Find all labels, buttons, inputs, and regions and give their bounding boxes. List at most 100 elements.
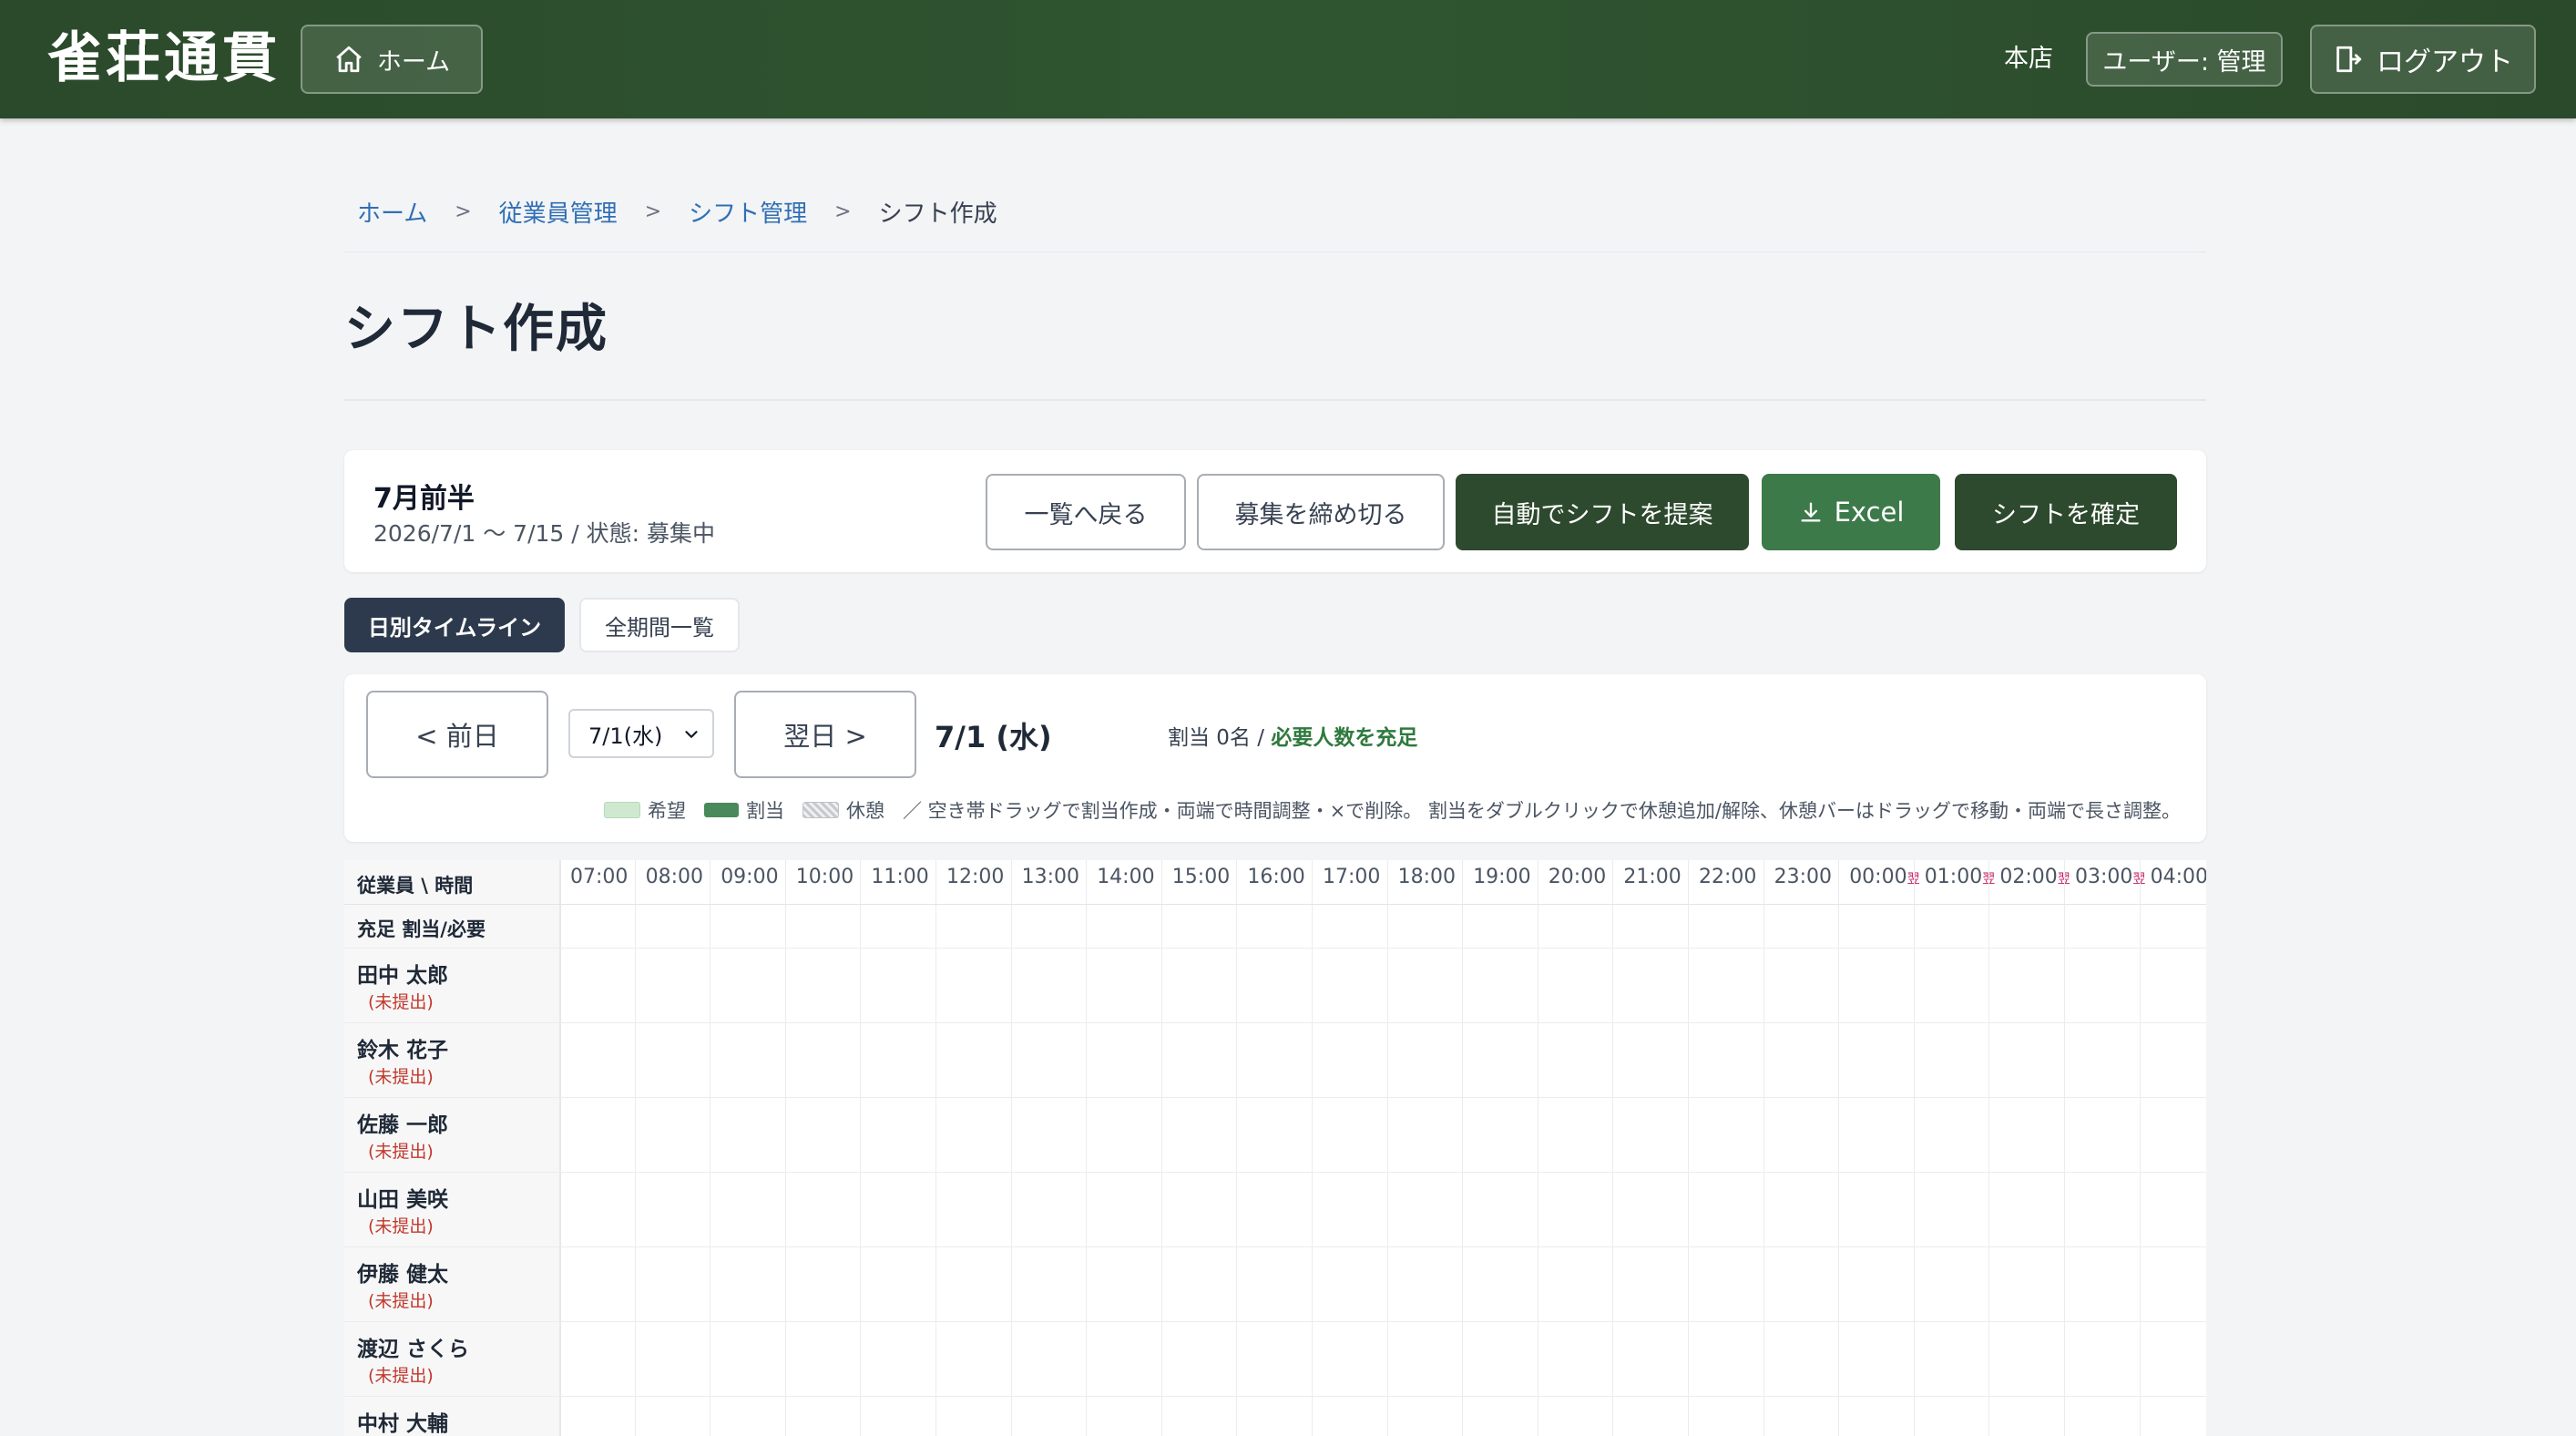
app-header: 雀荘通貫 ホーム 本店 ユーザー: 管理 ログアウト (0, 0, 2576, 118)
employee-submit-status: (未提出) (368, 1067, 434, 1087)
logout-label: ログアウト (2377, 46, 2513, 78)
grid-hour-line (634, 860, 636, 1436)
hour-label-text: 01:00 (1924, 866, 1983, 888)
hour-label-text: 07:00 (570, 866, 629, 888)
employee-column: 従業員 \ 時間 充足 割当/必要 田中 太郎 (未提出) 鈴木 花子 (未提出) 佐藤… (344, 860, 561, 1436)
breadcrumb-shift-management[interactable]: シフト管理 (689, 195, 807, 229)
excel-label: Excel (1834, 497, 1905, 528)
user-badge[interactable]: ユーザー: 管理 (2086, 32, 2283, 87)
tab-all-period[interactable]: 全期間一覧 (579, 598, 740, 652)
day-nav-card: < 前日 7/1(水) 翌日 > 7/1 (水) 割当 0名 / 必要人数を充足… (344, 674, 2206, 842)
hour-label-text: 00:00 (1849, 866, 1907, 888)
logout-icon (2336, 46, 2362, 73)
hour-label: 01:00翌 (1925, 866, 1995, 888)
hour-label: 07:00 (570, 866, 628, 888)
hour-label: 16:00 (1247, 866, 1304, 888)
legend-break-label: 休憩 (845, 800, 884, 822)
period-subtitle: 2026/7/1 〜 7/15 / 状態: 募集中 (373, 520, 716, 547)
hour-label-text: 21:00 (1623, 866, 1682, 888)
hour-label: 00:00翌 (1849, 866, 1919, 888)
hour-label: 18:00 (1398, 866, 1456, 888)
employee-submit-status: (未提出) (368, 1291, 434, 1311)
grid-corner-label: 従業員 \ 時間 (357, 875, 474, 897)
grid-hour-line (2139, 860, 2141, 1436)
home-button-label: ホーム (376, 47, 451, 77)
employee-name: 佐藤 一郎 (357, 1113, 449, 1137)
grid-header-divider (344, 904, 2206, 905)
grid-hour-line (1612, 860, 1614, 1436)
legend: 希望 割当 休憩 ／ 空き帯ドラッグで割当作成・両端で時間調整・×で削除。 割当… (603, 796, 2181, 824)
employee-name: 山田 美咲 (357, 1188, 449, 1212)
hour-label-text: 12:00 (946, 866, 1005, 888)
logout-button[interactable]: ログアウト (2310, 25, 2536, 94)
close-recruitment-button[interactable]: 募集を締め切る (1197, 474, 1445, 550)
timeline-area[interactable]: 07:00 08:00 09:00 10:00 11:00 12:00 13:00 14:00… (559, 860, 2206, 1436)
day-heading: 7/1 (水) (935, 720, 1052, 754)
grid-row-line (559, 1022, 2206, 1023)
hour-label: 11:00 (871, 866, 928, 888)
hour-label: 08:00 (646, 866, 703, 888)
legend-swatch-want (603, 802, 640, 818)
period-card: 7月前半 2026/7/1 〜 7/15 / 状態: 募集中 一覧へ戻る 募集を… (344, 450, 2206, 572)
employee-name: 渡辺 さくら (357, 1338, 470, 1361)
user-label: ユーザー: 管理 (2102, 47, 2266, 77)
hour-label-text: 10:00 (795, 866, 854, 888)
grid-hour-line (1688, 860, 1689, 1436)
home-button[interactable]: ホーム (301, 25, 483, 94)
breadcrumb-employees[interactable]: 従業員管理 (499, 195, 618, 229)
hour-label: 19:00 (1473, 866, 1530, 888)
hour-label-text: 17:00 (1323, 866, 1381, 888)
legend-instructions: ／ 空き帯ドラッグで割当作成・両端で時間調整・×で削除。 割当をダブルクリックで… (902, 800, 2181, 822)
hour-label-text: 03:00 (2075, 866, 2133, 888)
hour-label: 21:00 (1623, 866, 1681, 888)
day-select[interactable]: 7/1(水) (568, 709, 714, 758)
grid-hour-line (1763, 860, 1764, 1436)
grid-hour-line (2064, 860, 2065, 1436)
hour-label: 03:00翌 (2075, 866, 2145, 888)
back-to-list-button[interactable]: 一覧へ戻る (986, 474, 1186, 550)
period-title: 7月前半 (373, 483, 475, 515)
day-status-count: 割当 0名 / (1168, 726, 1272, 750)
grid-row-line (559, 1321, 2206, 1322)
breadcrumb-separator: > (644, 200, 662, 223)
hour-label: 17:00 (1323, 866, 1380, 888)
hour-label: 10:00 (796, 866, 854, 888)
employee-submit-status: (未提出) (368, 1142, 434, 1162)
breadcrumb-home[interactable]: ホーム (357, 195, 427, 229)
breadcrumb-current: シフト作成 (878, 200, 997, 228)
auto-suggest-button[interactable]: 自動でシフトを提案 (1456, 474, 1749, 550)
grid-hour-line (1086, 860, 1088, 1436)
next-day-button[interactable]: 翌日 > (734, 691, 916, 778)
grid-fill-label: 充足 割当/必要 (357, 918, 486, 940)
legend-break: 休憩 (802, 796, 884, 824)
divider (344, 399, 2206, 401)
grid-hour-line (1386, 860, 1388, 1436)
hour-label-text: 23:00 (1774, 866, 1832, 888)
page-title: シフト作成 (344, 300, 608, 359)
timeline-grid: 従業員 \ 時間 充足 割当/必要 田中 太郎 (未提出) 鈴木 花子 (未提出) 佐藤… (344, 860, 2206, 1436)
hour-label-text: 20:00 (1548, 866, 1607, 888)
grid-row-line (559, 948, 2206, 949)
hour-label: 04:00翌 (2151, 866, 2206, 888)
hour-label-text: 04:00 (2150, 866, 2206, 888)
grid-row-line (559, 1246, 2206, 1247)
home-icon (336, 46, 362, 73)
hour-label: 13:00 (1022, 866, 1079, 888)
hour-label: 20:00 (1549, 866, 1606, 888)
brand-logo[interactable]: 雀荘通貫 (47, 24, 281, 93)
grid-hour-line (1160, 860, 1162, 1436)
employee-row: 渡辺 さくら (未提出) (344, 1321, 559, 1397)
prev-day-button[interactable]: < 前日 (366, 691, 548, 778)
page: 雀荘通貫 ホーム 本店 ユーザー: 管理 ログアウト ホーム > 従業員管理 >… (0, 0, 2576, 1436)
hour-label: 23:00 (1774, 866, 1832, 888)
grid-row-line (559, 1396, 2206, 1397)
grid-hour-line (1010, 860, 1012, 1436)
grid-hour-line (784, 860, 786, 1436)
hour-label-text: 02:00 (1999, 866, 2058, 888)
confirm-shift-button[interactable]: シフトを確定 (1955, 474, 2177, 550)
tab-daily-timeline[interactable]: 日別タイムライン (344, 598, 565, 652)
day-status-ok: 必要人数を充足 (1271, 726, 1418, 750)
excel-export-button[interactable]: Excel (1762, 474, 1940, 550)
grid-hour-line (1462, 860, 1464, 1436)
breadcrumb-separator: > (455, 200, 472, 223)
